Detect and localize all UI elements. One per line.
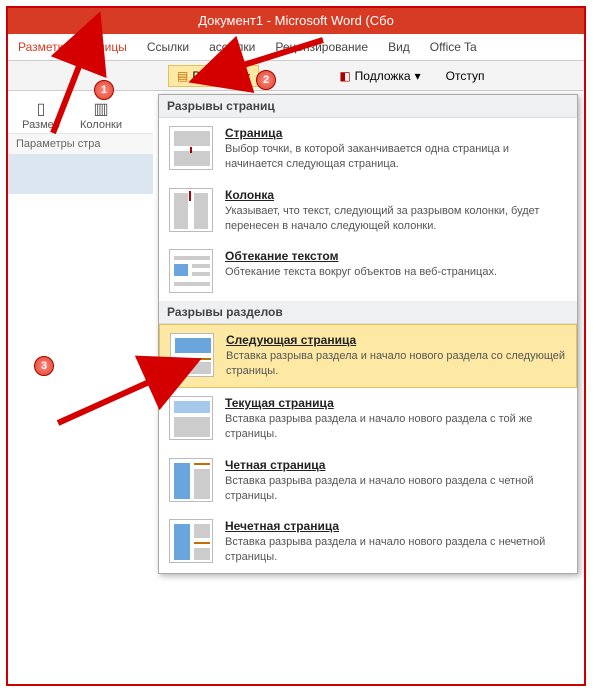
watermark-label: Подложка: [355, 69, 411, 83]
item-desc: Вставка разрыва раздела и начало нового …: [225, 412, 567, 442]
breaks-label: Разрывы: [192, 69, 242, 83]
tab-view[interactable]: Вид: [378, 34, 420, 60]
tab-links[interactable]: Ссылки: [137, 34, 199, 60]
annotation-badge-2: 2: [256, 70, 276, 90]
menu-item-next-page[interactable]: Следующая страница Вставка разрыва разде…: [159, 324, 577, 388]
menu-item-odd-page[interactable]: Нечетная страница Вставка разрыва раздел…: [159, 511, 577, 573]
item-desc: Вставка разрыва раздела и начало нового …: [226, 349, 566, 379]
next-page-icon: [170, 333, 214, 377]
item-desc: Указывает, что текст, следующий за разры…: [225, 204, 567, 234]
menu-item-column-break[interactable]: Колонка Указывает, что текст, следующий …: [159, 180, 577, 242]
item-title: Нечетная страница: [225, 519, 567, 533]
item-title: Следующая страница: [226, 333, 566, 347]
item-desc: Выбор точки, в которой заканчивается одн…: [225, 142, 567, 172]
indent-label: Отступ: [446, 69, 485, 83]
dropdown-header-page-breaks: Разрывы страниц: [159, 95, 577, 118]
menu-item-text-wrapping[interactable]: Обтекание текстом Обтекание текста вокру…: [159, 241, 577, 301]
size-label: Размер: [16, 119, 66, 131]
tab-office[interactable]: Office Ta: [420, 34, 487, 60]
item-title: Текущая страница: [225, 396, 567, 410]
text-wrapping-icon: [169, 249, 213, 293]
annotation-badge-1: 1: [94, 80, 114, 100]
watermark-icon: ◧: [339, 69, 350, 83]
menu-item-page-break[interactable]: Страница Выбор точки, в которой заканчив…: [159, 118, 577, 180]
menu-item-continuous[interactable]: Текущая страница Вставка разрыва раздела…: [159, 388, 577, 450]
item-desc: Вставка разрыва раздела и начало нового …: [225, 535, 567, 565]
document-area: [8, 154, 153, 194]
watermark-button[interactable]: ◧ Подложка ▾: [339, 69, 420, 83]
annotation-badge-3: 3: [34, 356, 54, 376]
columns-label: Колонки: [76, 119, 126, 131]
breaks-button[interactable]: ▤ Разрывы ▾: [168, 65, 259, 87]
menu-item-even-page[interactable]: Четная страница Вставка разрыва раздела …: [159, 450, 577, 512]
chevron-down-icon: ▾: [246, 71, 250, 80]
item-title: Обтекание текстом: [225, 249, 497, 263]
ribbon-tabs: Разметка страницы Ссылки ассылки Рецензи…: [8, 34, 584, 61]
columns-button[interactable]: ▥ Колонки: [76, 99, 126, 131]
item-title: Страница: [225, 126, 567, 140]
window-title: Документ1 - Microsoft Word (Сбо: [8, 8, 584, 34]
odd-page-icon: [169, 519, 213, 563]
item-desc: Обтекание текста вокруг объектов на веб-…: [225, 265, 497, 280]
dropdown-header-section-breaks: Разрывы разделов: [159, 301, 577, 324]
item-title: Четная страница: [225, 458, 567, 472]
breaks-dropdown: Разрывы страниц Страница Выбор точки, в …: [158, 94, 578, 574]
item-desc: Вставка разрыва раздела и начало нового …: [225, 474, 567, 504]
tab-review[interactable]: Рецензирование: [265, 34, 378, 60]
size-button[interactable]: ▯ Размер: [16, 99, 66, 131]
chevron-down-icon: ▾: [415, 69, 421, 83]
breaks-icon: ▤: [177, 69, 188, 83]
tab-mailings[interactable]: ассылки: [199, 34, 265, 60]
item-title: Колонка: [225, 188, 567, 202]
tab-page-layout[interactable]: Разметка страницы: [8, 34, 137, 60]
page-setup-caption: Параметры стра: [8, 133, 153, 154]
even-page-icon: [169, 458, 213, 502]
page-break-icon: [169, 126, 213, 170]
continuous-icon: [169, 396, 213, 440]
column-break-icon: [169, 188, 213, 232]
